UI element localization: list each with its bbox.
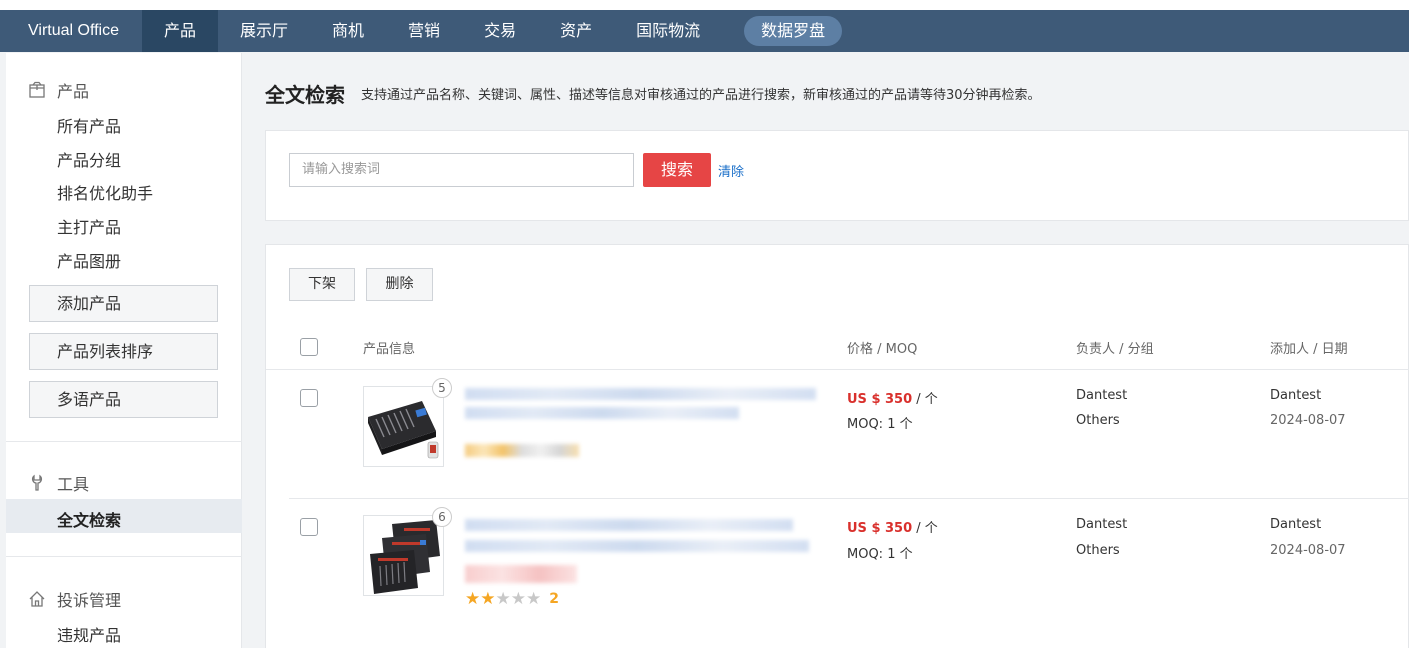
moq-text: MOQ: 1 个 — [847, 547, 913, 562]
nav-transactions[interactable]: 交易 — [462, 10, 538, 52]
add-product-button[interactable]: 添加产品 — [29, 285, 218, 322]
clear-link[interactable]: 清除 — [718, 161, 744, 180]
price-unit: / 个 — [912, 392, 938, 407]
rating-stars: ★ ★ ★ ★ ★ 2 — [465, 589, 559, 609]
product-title-blurred[interactable] — [465, 388, 816, 400]
sidebar-item-all-products[interactable]: 所有产品 — [57, 113, 121, 137]
sidebar-item-violating-products[interactable]: 违规产品 — [57, 622, 121, 646]
results-panel: 下架 删除 产品信息 价格 / MOQ 负责人 / 分组 添加人 / 日期 5 … — [265, 244, 1409, 648]
mixer-image-icon — [368, 401, 439, 459]
product-label-blurred — [465, 565, 577, 583]
sidebar-section-complaints: 投诉管理 — [28, 587, 121, 611]
added-by: Dantest — [1270, 517, 1322, 532]
group-name: Others — [1076, 413, 1120, 428]
added-date: 2024-08-07 — [1270, 543, 1346, 558]
product-sort-button[interactable]: 产品列表排序 — [29, 333, 218, 370]
nav-marketing[interactable]: 营销 — [386, 10, 462, 52]
product-title-blurred[interactable] — [465, 519, 793, 531]
main-content: 全文检索 支持通过产品名称、关键词、属性、描述等信息对审核通过的产品进行搜索，新… — [242, 53, 1409, 648]
column-header-owner: 负责人 / 分组 — [1076, 342, 1154, 357]
brand-logo[interactable]: Virtual Office — [0, 22, 142, 40]
price-value: US $ 350 — [847, 392, 913, 407]
sidebar-section-products-label: 产品 — [57, 82, 90, 101]
mixer-image-icon — [370, 520, 440, 594]
sidebar-item-product-catalog[interactable]: 产品图册 — [57, 248, 121, 272]
nav-data-compass[interactable]: 数据罗盘 — [744, 16, 843, 46]
star-icon: ★ — [480, 589, 496, 609]
sidebar-section-tools: 工具 — [28, 471, 89, 495]
page-title: 全文检索 — [265, 83, 345, 107]
column-header-product: 产品信息 — [363, 342, 416, 357]
search-input[interactable]: 请输入搜索词 — [289, 153, 634, 187]
multilingual-products-button[interactable]: 多语产品 — [29, 381, 218, 418]
row-checkbox[interactable] — [300, 389, 318, 407]
rating-value: 2 — [549, 591, 559, 607]
nav-products[interactable]: 产品 — [142, 10, 219, 52]
page-description: 支持通过产品名称、关键词、属性、描述等信息对审核通过的产品进行搜索，新审核通过的… — [361, 88, 1041, 103]
product-thumbnail[interactable] — [363, 515, 444, 596]
header-divider — [266, 369, 1409, 370]
added-date: 2024-08-07 — [1270, 413, 1346, 428]
sidebar-item-fulltext-search[interactable]: 全文检索 — [57, 507, 121, 531]
sidebar-section-products: 产品 — [28, 78, 89, 102]
row-checkbox[interactable] — [300, 518, 318, 536]
sidebar-active-highlight — [6, 499, 242, 533]
group-name: Others — [1076, 543, 1120, 558]
nav-logistics[interactable]: 国际物流 — [614, 10, 722, 52]
image-count-badge: 6 — [432, 507, 452, 527]
star-icon: ★ — [526, 589, 542, 609]
search-button[interactable]: 搜索 — [643, 153, 711, 187]
column-header-added: 添加人 / 日期 — [1270, 342, 1348, 357]
nav-assets[interactable]: 资产 — [538, 10, 614, 52]
star-icon: ★ — [495, 589, 511, 609]
price-text: US $ 350 / 个 — [847, 388, 938, 407]
offline-button[interactable]: 下架 — [289, 268, 355, 301]
top-navigation: Virtual Office 产品 展示厅 商机 营销 交易 资产 国际物流 数… — [0, 10, 1409, 52]
sidebar-item-product-groups[interactable]: 产品分组 — [57, 147, 121, 171]
sidebar-section-tools-label: 工具 — [57, 475, 90, 494]
sidebar-divider — [6, 441, 242, 442]
owner-name: Dantest — [1076, 517, 1128, 532]
owner-name: Dantest — [1076, 388, 1128, 403]
sidebar-divider — [6, 556, 242, 557]
nav-opportunities[interactable]: 商机 — [310, 10, 386, 52]
moq-text: MOQ: 1 个 — [847, 417, 913, 432]
delete-button[interactable]: 删除 — [366, 268, 433, 301]
nav-showroom[interactable]: 展示厅 — [218, 10, 310, 52]
sidebar-item-ranking-assistant[interactable]: 排名优化助手 — [57, 180, 153, 204]
price-text: US $ 350 / 个 — [847, 517, 938, 536]
search-panel: 请输入搜索词 搜索 清除 — [265, 130, 1409, 221]
price-value: US $ 350 — [847, 521, 913, 536]
product-title-blurred[interactable] — [465, 407, 739, 419]
star-icon: ★ — [510, 589, 526, 609]
star-icon: ★ — [465, 589, 481, 609]
column-header-price: 价格 / MOQ — [847, 342, 918, 357]
product-thumbnail[interactable] — [363, 386, 444, 467]
sidebar-section-complaints-label: 投诉管理 — [57, 591, 122, 610]
home-icon — [28, 590, 46, 608]
wrench-icon — [28, 474, 46, 492]
image-count-badge: 5 — [432, 378, 452, 398]
price-unit: / 个 — [912, 521, 938, 536]
added-by: Dantest — [1270, 388, 1322, 403]
row-divider — [289, 498, 1409, 499]
product-tags-blurred — [465, 444, 579, 457]
select-all-checkbox[interactable] — [300, 338, 318, 356]
box-icon — [28, 81, 46, 99]
sidebar-item-featured-products[interactable]: 主打产品 — [57, 214, 121, 238]
sidebar: 产品 所有产品 产品分组 排名优化助手 主打产品 产品图册 添加产品 产品列表排… — [6, 53, 242, 648]
top-strip — [0, 0, 1409, 10]
product-title-blurred[interactable] — [465, 540, 809, 552]
